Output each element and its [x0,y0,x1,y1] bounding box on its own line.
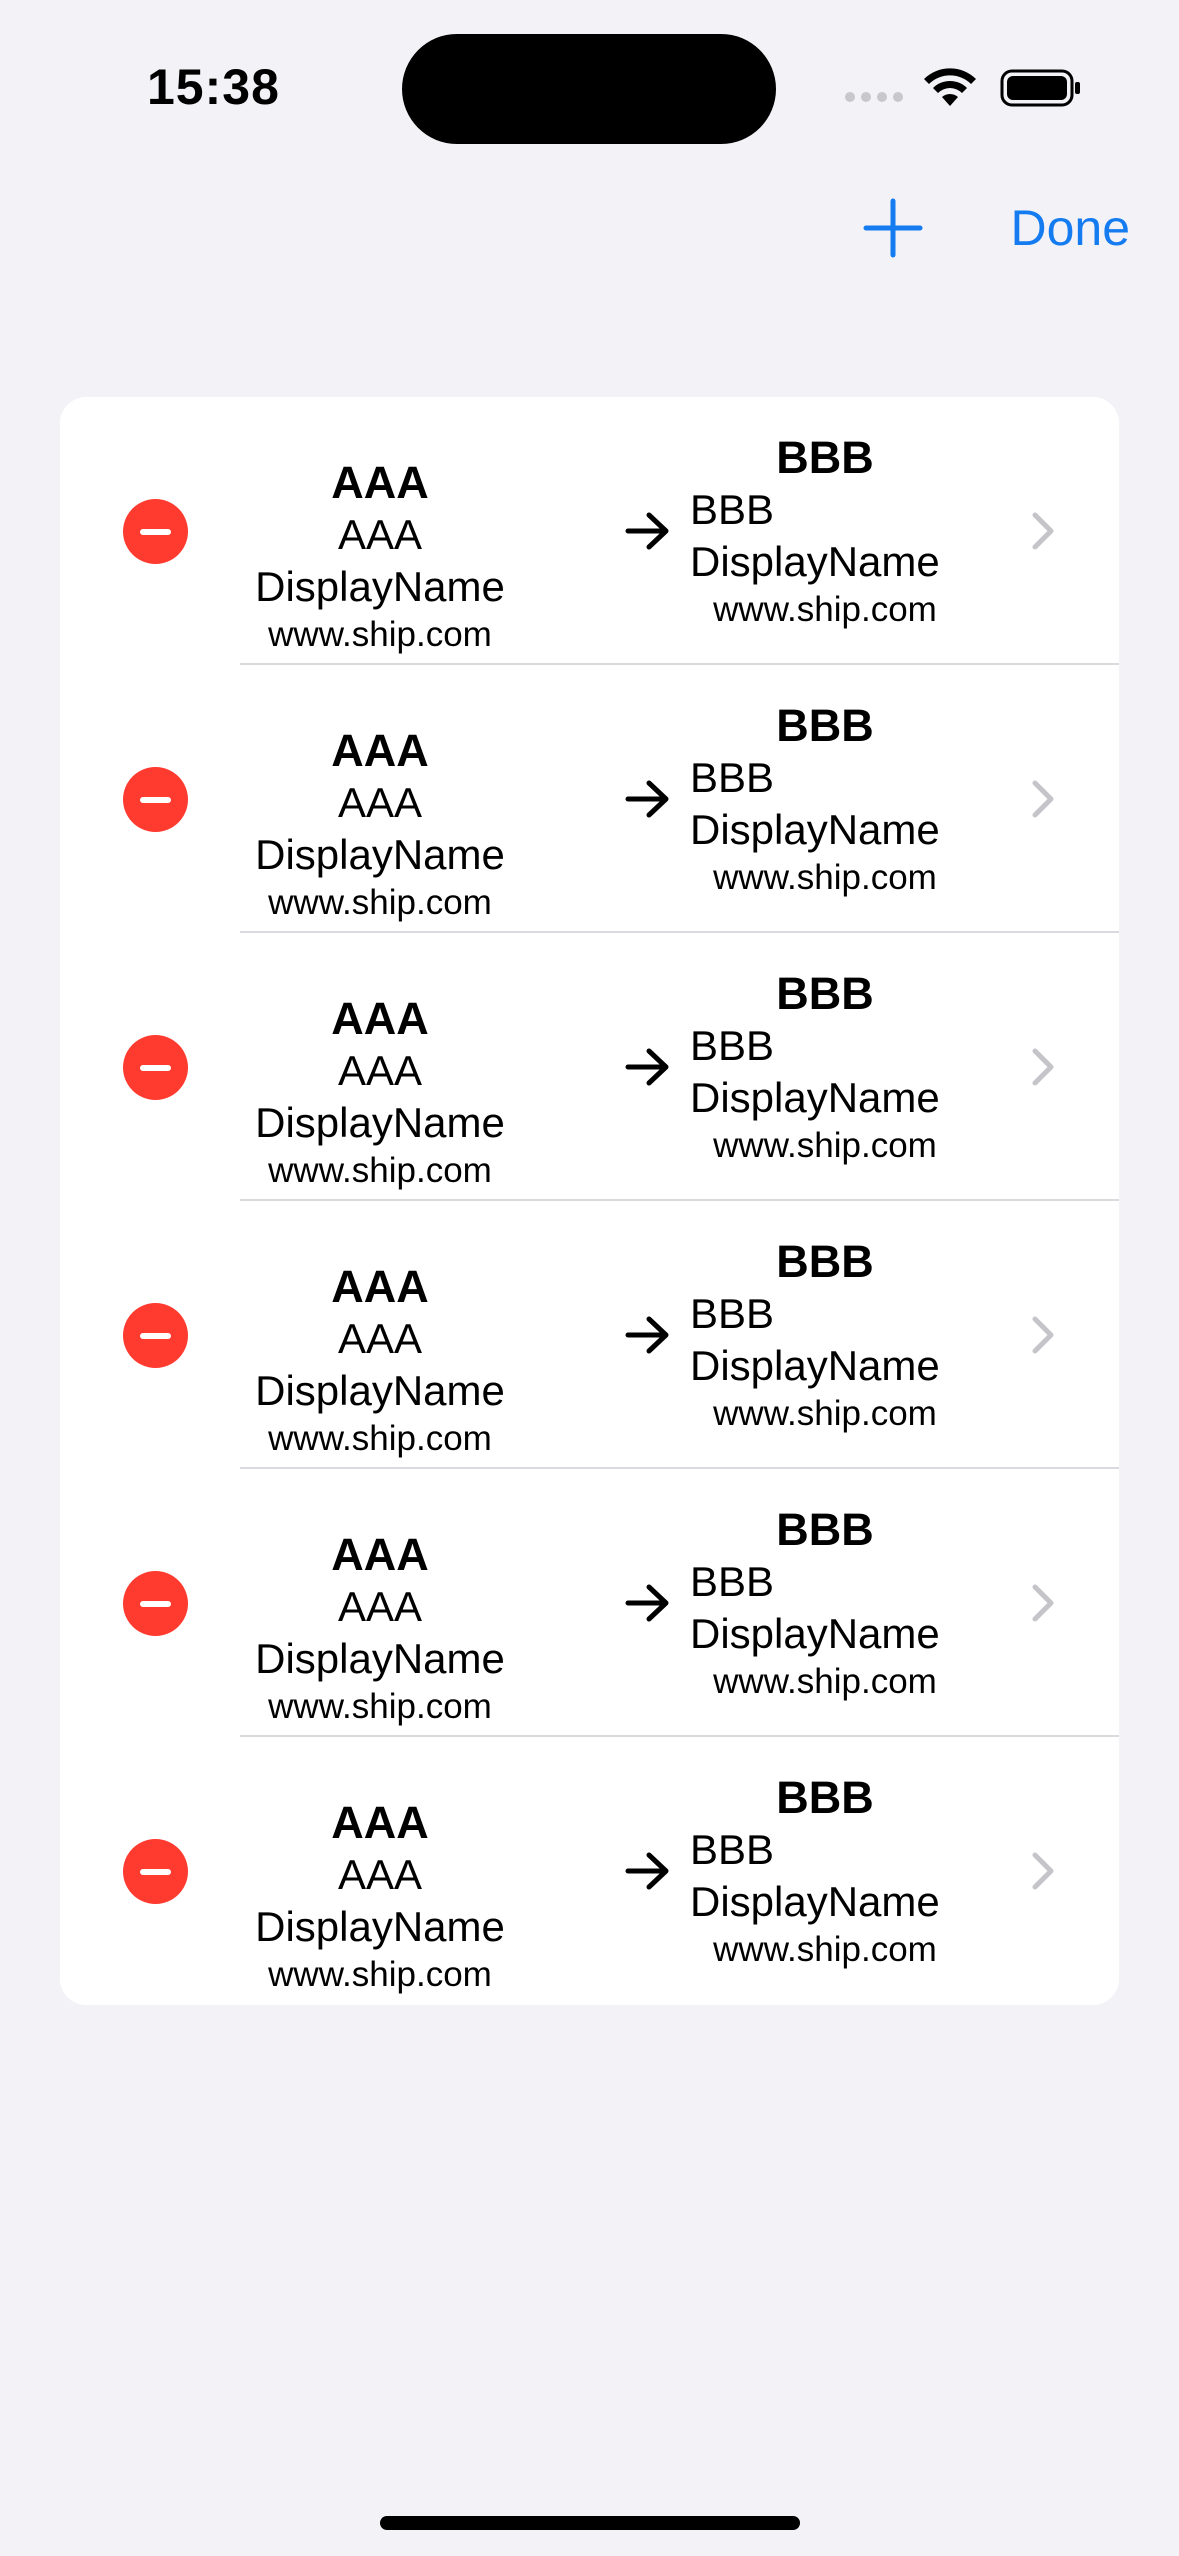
destination-code: BBB [776,1772,874,1823]
destination-url: www.ship.com [713,1126,937,1165]
dynamic-island [402,34,776,144]
list-item[interactable]: AAA AAA DisplayName www.ship.com BBB BBB… [60,1469,1119,1737]
origin-info: AAA AAA DisplayName www.ship.com [230,725,530,925]
destination-info: BBB BBB DisplayName www.ship.com [690,1772,960,1972]
status-time: 15:38 [147,59,280,115]
origin-info: AAA AAA DisplayName www.ship.com [230,1529,530,1729]
delete-button[interactable] [123,499,188,564]
destination-info: BBB BBB DisplayName www.ship.com [690,1504,960,1704]
origin-display-name: AAA DisplayName [255,1583,505,1682]
origin-url: www.ship.com [268,1687,492,1726]
destination-url: www.ship.com [713,1930,937,1969]
status-bar: 15:38 [0,0,1179,175]
done-button[interactable]: Done [1010,197,1130,259]
destination-display-name-line2: DisplayName [690,1342,940,1389]
destination-display-name-line2: DisplayName [690,538,940,585]
destination-info: BBB BBB DisplayName www.ship.com [690,1236,960,1436]
destination-display-name-line1: BBB [690,486,775,533]
destination-display-name-line1: BBB [690,1022,775,1069]
chevron-right-icon [1032,1316,1054,1354]
list-item[interactable]: AAA AAA DisplayName www.ship.com BBB BBB… [60,665,1119,933]
arrow-right-icon [625,512,669,550]
destination-display-name-line1: BBB [690,754,775,801]
origin-info: AAA AAA DisplayName www.ship.com [230,457,530,657]
wifi-icon [924,68,976,106]
origin-url: www.ship.com [268,1151,492,1190]
origin-display-name: AAA DisplayName [255,511,505,610]
origin-url: www.ship.com [268,883,492,922]
destination-code: BBB [776,1504,874,1555]
origin-url: www.ship.com [268,1955,492,1994]
arrow-right-icon [625,1584,669,1622]
destination-code: BBB [776,1236,874,1287]
delete-button[interactable] [123,767,188,832]
destination-code: BBB [776,968,874,1019]
home-indicator [380,2516,800,2530]
origin-display-name: AAA DisplayName [255,1047,505,1146]
destination-url: www.ship.com [713,590,937,629]
chevron-right-icon [1032,512,1054,550]
chevron-right-icon [1032,1584,1054,1622]
arrow-right-icon [625,1316,669,1354]
destination-code: BBB [776,700,874,751]
list-item[interactable]: AAA AAA DisplayName www.ship.com BBB BBB… [60,1201,1119,1469]
origin-code: AAA [331,1797,429,1848]
origin-code: AAA [331,1529,429,1580]
routes-list: AAA AAA DisplayName www.ship.com BBB BBB… [60,397,1119,2005]
destination-url: www.ship.com [713,1662,937,1701]
destination-display-name-line1: BBB [690,1826,775,1873]
origin-code: AAA [331,993,429,1044]
chevron-right-icon [1032,780,1054,818]
arrow-right-icon [625,780,669,818]
destination-display-name-line2: DisplayName [690,1074,940,1121]
origin-display-name: AAA DisplayName [255,1851,505,1950]
origin-url: www.ship.com [268,615,492,654]
origin-code: AAA [331,1261,429,1312]
destination-display-name-line1: BBB [690,1558,775,1605]
origin-display-name: AAA DisplayName [255,1315,505,1414]
delete-button[interactable] [123,1839,188,1904]
destination-info: BBB BBB DisplayName www.ship.com [690,700,960,900]
list-item[interactable]: AAA AAA DisplayName www.ship.com BBB BBB… [60,1737,1119,2005]
delete-button[interactable] [123,1035,188,1100]
delete-button[interactable] [123,1303,188,1368]
destination-url: www.ship.com [713,1394,937,1433]
delete-button[interactable] [123,1571,188,1636]
arrow-right-icon [625,1048,669,1086]
list-item[interactable]: AAA AAA DisplayName www.ship.com BBB BBB… [60,397,1119,665]
origin-display-name: AAA DisplayName [255,779,505,878]
destination-info: BBB BBB DisplayName www.ship.com [690,432,960,632]
chevron-right-icon [1032,1852,1054,1890]
destination-display-name-line2: DisplayName [690,1610,940,1657]
destination-url: www.ship.com [713,858,937,897]
add-button[interactable] [862,197,924,259]
battery-icon [1000,69,1080,107]
origin-info: AAA AAA DisplayName www.ship.com [230,993,530,1193]
destination-display-name-line2: DisplayName [690,806,940,853]
cellular-signal-icon [845,92,903,102]
destination-display-name-line2: DisplayName [690,1878,940,1925]
chevron-right-icon [1032,1048,1054,1086]
origin-info: AAA AAA DisplayName www.ship.com [230,1797,530,1997]
list-item[interactable]: AAA AAA DisplayName www.ship.com BBB BBB… [60,933,1119,1201]
navigation-bar: Done [0,175,1179,285]
origin-info: AAA AAA DisplayName www.ship.com [230,1261,530,1461]
arrow-right-icon [625,1852,669,1890]
destination-display-name-line1: BBB [690,1290,775,1337]
origin-code: AAA [331,457,429,508]
origin-code: AAA [331,725,429,776]
destination-code: BBB [776,432,874,483]
destination-info: BBB BBB DisplayName www.ship.com [690,968,960,1168]
origin-url: www.ship.com [268,1419,492,1458]
